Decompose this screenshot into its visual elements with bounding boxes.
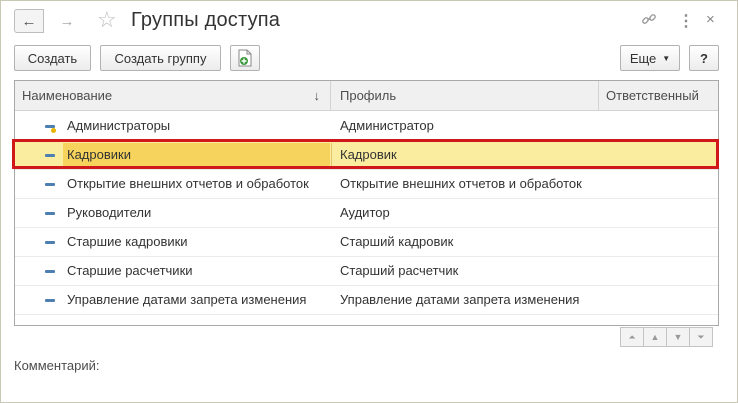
cell-name: Кадровики — [67, 147, 131, 162]
access-group-icon — [45, 299, 55, 302]
column-header-responsible[interactable]: Ответственный — [599, 81, 718, 111]
forward-button[interactable]: → — [52, 9, 82, 33]
cell-profile: Кадровик — [340, 147, 397, 162]
cell-name: Старшие кадровики — [67, 234, 188, 249]
create-group-button[interactable]: Создать группу — [100, 45, 221, 71]
scroll-top-icon: ⏶ — [628, 331, 636, 342]
access-groups-window: ← → ☆ Группы доступа ⋮ × Создать Создать… — [0, 0, 738, 403]
scroll-bottom-icon: ⏷ — [697, 331, 705, 342]
cell-responsible — [599, 228, 718, 256]
cell-profile: Аудитор — [340, 205, 390, 220]
access-group-icon — [45, 270, 55, 273]
scroll-up-icon: ▲ — [650, 332, 660, 342]
table-row[interactable]: Руководители Аудитор — [15, 199, 718, 228]
scroll-up-button[interactable]: ▲ — [643, 327, 667, 347]
link-icon[interactable] — [641, 11, 657, 32]
table-scroll-controls: ⏶ ▲ ▼ ⏷ — [620, 327, 713, 347]
scroll-to-top-button[interactable]: ⏶ — [620, 327, 644, 347]
column-header-name-label: Наименование — [22, 88, 113, 103]
cell-responsible — [599, 141, 718, 169]
close-icon[interactable]: × — [706, 11, 715, 28]
cell-name: Управление датами запрета изменения — [67, 292, 307, 307]
cell-responsible — [599, 112, 718, 140]
chevron-down-icon: ▼ — [662, 53, 671, 63]
cell-responsible — [599, 170, 718, 198]
cell-profile: Администратор — [340, 118, 434, 133]
cell-name: Открытие внешних отчетов и обработок — [67, 176, 309, 191]
cell-name: Администраторы — [67, 118, 171, 133]
page-title: Группы доступа — [131, 9, 281, 31]
arrow-left-icon: ← — [21, 12, 37, 30]
access-group-icon — [45, 154, 55, 157]
sort-down-icon: ↓ — [313, 88, 321, 103]
title-bar: ← → ☆ Группы доступа ⋮ × — [1, 1, 737, 41]
cell-profile: Управление датами запрета изменения — [340, 292, 580, 307]
table-row[interactable]: Управление датами запрета изменения Упра… — [15, 286, 718, 315]
chain-link-icon — [642, 14, 656, 24]
access-group-icon — [45, 212, 55, 215]
table-row[interactable]: Старшие кадровики Старший кадровик — [15, 228, 718, 257]
access-groups-table[interactable]: Наименование ↓ Профиль Ответственный Адм… — [14, 80, 719, 326]
cell-profile: Открытие внешних отчетов и обработок — [340, 176, 582, 191]
more-actions-label: Еще — [629, 50, 657, 66]
cell-profile: Старший кадровик — [340, 234, 454, 249]
table-row-selected[interactable]: Кадровики Кадровик — [15, 141, 718, 170]
more-vert-icon[interactable]: ⋮ — [678, 11, 694, 31]
cell-name: Руководители — [67, 205, 152, 220]
column-header-profile[interactable]: Профиль — [331, 81, 599, 111]
scroll-down-icon: ▼ — [673, 332, 683, 342]
back-button[interactable]: ← — [14, 9, 44, 33]
access-group-icon — [45, 241, 55, 244]
table-header: Наименование ↓ Профиль Ответственный — [15, 81, 718, 111]
cell-profile: Старший расчетчик — [340, 263, 459, 278]
cell-name: Старшие расчетчики — [67, 263, 193, 278]
arrow-right-icon: → — [59, 12, 75, 30]
cell-responsible — [599, 286, 718, 314]
column-header-name[interactable]: Наименование ↓ — [15, 81, 331, 111]
favorite-star-icon[interactable]: ☆ — [97, 7, 117, 33]
cell-responsible — [599, 257, 718, 285]
create-button[interactable]: Создать — [14, 45, 91, 71]
comment-label: Комментарий: — [14, 358, 100, 373]
table-row[interactable]: Администраторы Администратор — [15, 112, 718, 141]
add-document-button[interactable] — [230, 45, 260, 71]
cell-responsible — [599, 199, 718, 227]
access-group-icon — [45, 183, 55, 186]
scroll-down-button[interactable]: ▼ — [666, 327, 690, 347]
table-row[interactable]: Старшие расчетчики Старший расчетчик — [15, 257, 718, 286]
document-add-icon — [238, 49, 252, 67]
table-row[interactable]: Открытие внешних отчетов и обработок Отк… — [15, 170, 718, 199]
scroll-to-bottom-button[interactable]: ⏷ — [689, 327, 713, 347]
access-group-admin-icon — [45, 125, 56, 133]
help-button[interactable]: ? — [689, 45, 719, 71]
more-actions-button[interactable]: Еще ▼ — [620, 45, 680, 71]
